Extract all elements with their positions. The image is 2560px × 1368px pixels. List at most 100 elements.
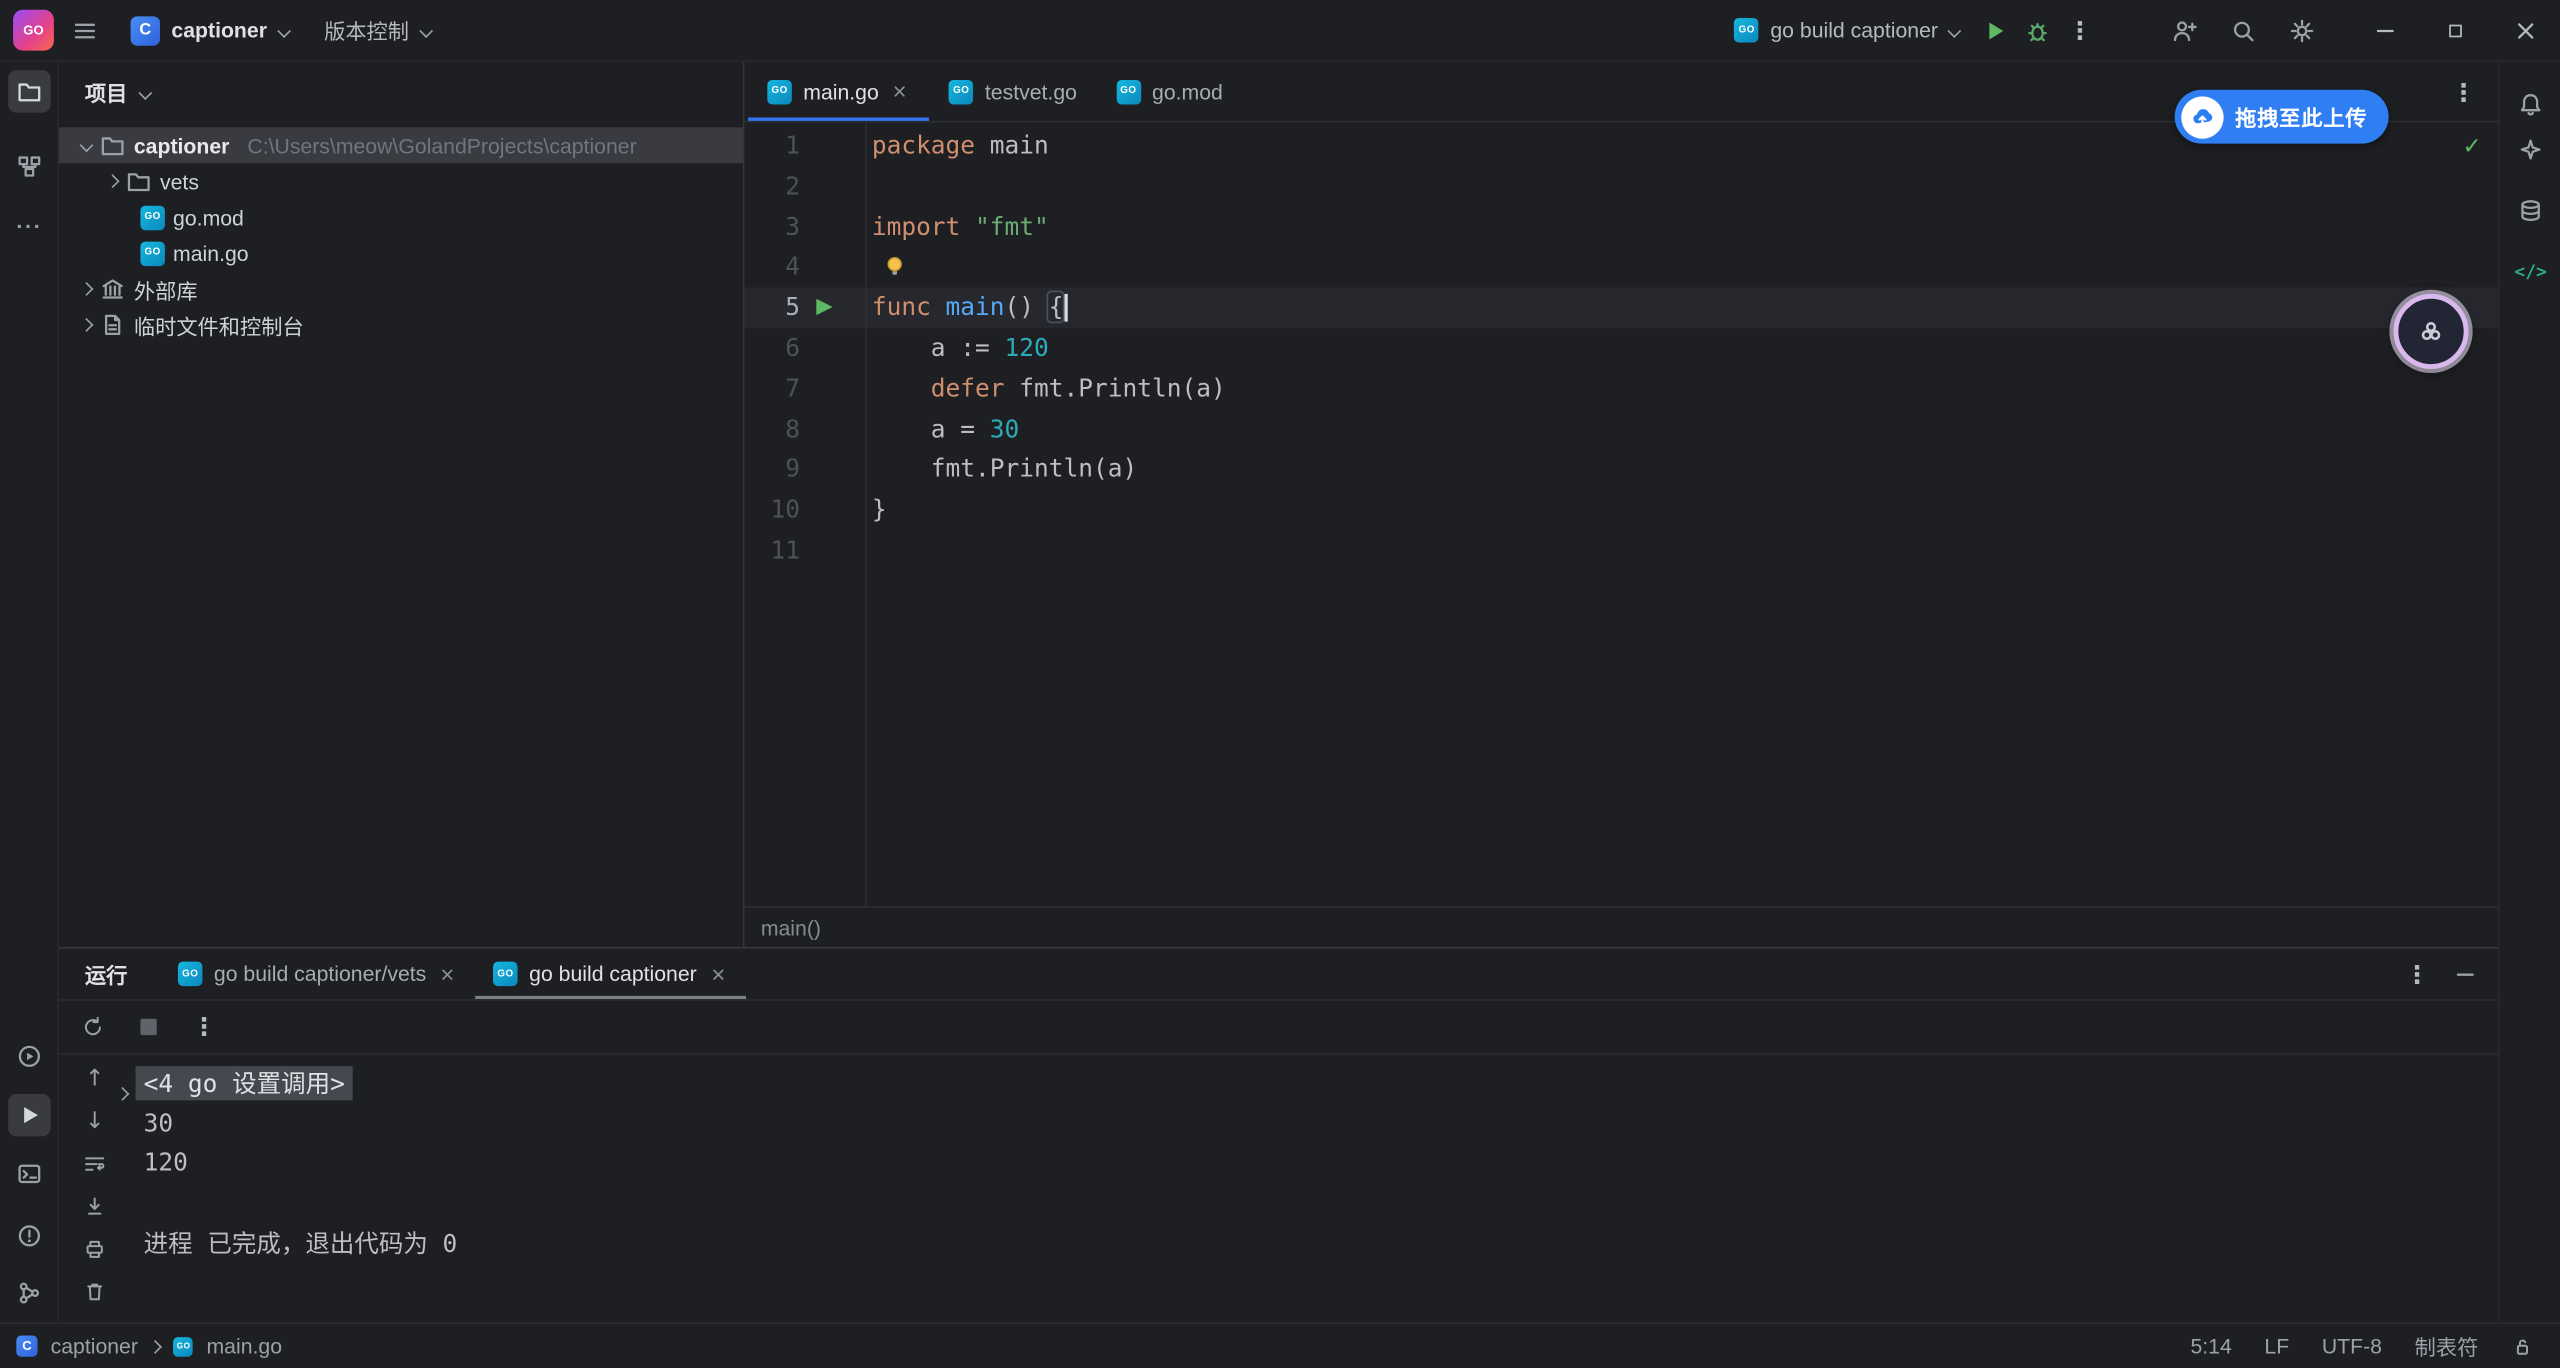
project-name: captioner (171, 18, 267, 42)
version-control-tool-icon[interactable] (8, 1272, 50, 1314)
rerun-icon[interactable] (72, 1006, 114, 1048)
code-line-8[interactable]: a = 30 (872, 410, 1019, 451)
code-line-1[interactable]: package main (872, 126, 1049, 167)
run-tab-captioner[interactable]: GO go build captioner (475, 949, 745, 1000)
terminal-tool-icon[interactable] (8, 1153, 50, 1195)
drag-upload-button[interactable]: 拖拽至此上传 (2175, 90, 2389, 144)
floating-assistant-widget[interactable] (2393, 294, 2468, 369)
go-file-icon: GO (1116, 79, 1140, 103)
tab-label: testvet.go (985, 79, 1077, 103)
breadcrumb-main[interactable]: main() (761, 915, 821, 939)
goland-logo-icon[interactable]: GO (13, 10, 54, 51)
window-close-button[interactable] (2490, 0, 2560, 61)
project-panel-header[interactable]: 项目 (59, 62, 743, 122)
project-tool-icon[interactable] (8, 70, 50, 112)
next-occurrence-icon[interactable]: ↓ (75, 1102, 114, 1141)
console-fold-text[interactable]: <4 go 设置调用> (136, 1066, 353, 1100)
window-minimize-button[interactable] (2349, 0, 2419, 61)
vcs-widget[interactable]: 版本控制 (309, 7, 445, 53)
console-fold-expander[interactable] (118, 1076, 128, 1105)
collapse-chevron-icon[interactable] (80, 282, 94, 296)
structure-tool-icon[interactable] (8, 145, 50, 187)
code-line-10[interactable]: } (872, 490, 887, 531)
run-config-selector[interactable]: GO go build captioner (1720, 7, 1974, 53)
collapse-chevron-icon[interactable] (80, 318, 94, 332)
code-editor[interactable]: 1 2 3 4 5 6 7 8 9 10 11 package main imp… (744, 122, 2497, 906)
expand-chevron-icon[interactable] (80, 138, 94, 152)
go-file-icon: GO (949, 79, 973, 103)
caret-position-widget[interactable]: 5:14 (2190, 1334, 2231, 1358)
line-separator-widget[interactable]: LF (2264, 1334, 2289, 1358)
editor-tab-gomod[interactable]: GO go.mod (1097, 62, 1243, 121)
console-more-icon[interactable]: ⋮ (183, 1006, 225, 1048)
soft-wrap-icon[interactable] (75, 1144, 114, 1183)
tree-row-maingo[interactable]: GO main.go (59, 235, 743, 271)
settings-icon[interactable] (2281, 9, 2323, 51)
line-number: 4 (744, 247, 800, 288)
hide-panel-icon[interactable] (2452, 962, 2478, 988)
scroll-to-end-icon[interactable] (75, 1187, 114, 1226)
tree-label: go.mod (173, 205, 244, 229)
code-line-6[interactable]: a := 120 (872, 328, 1049, 369)
tree-row-gomod[interactable]: GO go.mod (59, 199, 743, 235)
editor-tab-testvetgo[interactable]: GO testvet.go (929, 62, 1096, 121)
lock-icon[interactable] (2511, 1335, 2534, 1358)
run-tab-vets[interactable]: GO go build captioner/vets (160, 949, 475, 1000)
tree-row-external-libraries[interactable]: 外部库 (59, 271, 743, 307)
tab-label: main.go (803, 79, 879, 103)
tab-options-icon[interactable]: ⋮ (2442, 72, 2484, 114)
run-config-label: go build captioner (1770, 18, 1938, 42)
code-with-me-icon[interactable] (2163, 9, 2205, 51)
statusbar-file-name[interactable]: main.go (207, 1334, 283, 1358)
more-actions-icon[interactable]: ⋮ (2059, 9, 2101, 51)
statusbar-project-name[interactable]: captioner (51, 1334, 138, 1358)
status-breadcrumb: C captioner GO main.go (16, 1334, 282, 1358)
line-number: 6 (744, 328, 800, 369)
go-file-icon: GO (174, 1336, 194, 1356)
close-tab-icon[interactable] (890, 82, 910, 102)
prev-occurrence-icon[interactable]: ↑ (75, 1060, 114, 1099)
search-everywhere-icon[interactable] (2222, 9, 2264, 51)
collapse-chevron-icon[interactable] (106, 174, 120, 188)
stop-icon[interactable] (127, 1006, 169, 1048)
notifications-bell-icon[interactable] (2509, 83, 2551, 125)
editor-tab-maingo[interactable]: GO main.go (748, 62, 930, 121)
project-selector[interactable]: C captioner (116, 7, 303, 53)
code-line-3[interactable]: import "fmt" (872, 207, 1049, 248)
tree-row-captioner[interactable]: captioner C:\Users\meow\GolandProjects\c… (59, 127, 743, 163)
console-exit-line: 进程 已完成，退出代码为 0 (144, 1223, 2482, 1263)
run-main-gutter-icon[interactable] (816, 299, 832, 315)
more-tools-icon[interactable]: ··· (8, 204, 50, 246)
tree-row-vets[interactable]: vets (59, 163, 743, 199)
encoding-widget[interactable]: UTF-8 (2322, 1334, 2382, 1358)
services-tool-icon[interactable] (8, 1035, 50, 1077)
endpoints-tool-icon[interactable]: </> (2509, 250, 2551, 292)
code-line-7[interactable]: defer fmt.Println(a) (872, 369, 1226, 410)
project-avatar: C (131, 16, 160, 45)
console-fold-line[interactable]: <4 go 设置调用> (144, 1063, 2482, 1103)
run-button[interactable] (1974, 9, 2016, 51)
intention-bulb-icon[interactable] (882, 253, 908, 279)
cloud-upload-icon (2181, 96, 2223, 138)
database-tool-icon[interactable] (2509, 189, 2551, 231)
ai-assistant-icon[interactable] (2509, 129, 2551, 171)
code-line-5[interactable]: func main() { (872, 287, 1068, 328)
run-tool-icon[interactable] (8, 1094, 50, 1136)
inspections-ok-icon[interactable]: ✓ (2462, 134, 2481, 160)
problems-tool-icon[interactable] (8, 1215, 50, 1257)
debug-button[interactable] (2016, 9, 2058, 51)
statusbar-project-icon: C (16, 1336, 37, 1357)
clear-console-icon[interactable] (75, 1272, 114, 1311)
indent-widget[interactable]: 制表符 (2415, 1331, 2479, 1362)
print-icon[interactable] (75, 1229, 114, 1268)
trefoil-logo-icon (2418, 318, 2444, 344)
tree-row-scratches[interactable]: 临时文件和控制台 (59, 307, 743, 343)
main-menu-icon[interactable] (64, 9, 106, 51)
run-options-icon[interactable]: ⋮ (2405, 960, 2429, 989)
window-maximize-button[interactable] (2420, 0, 2490, 61)
close-tab-icon[interactable] (708, 964, 728, 984)
code-line-9[interactable]: fmt.Println(a) (872, 449, 1137, 490)
close-tab-icon[interactable] (438, 964, 458, 984)
upload-label: 拖拽至此上传 (2235, 101, 2367, 132)
go-file-icon: GO (767, 79, 791, 103)
